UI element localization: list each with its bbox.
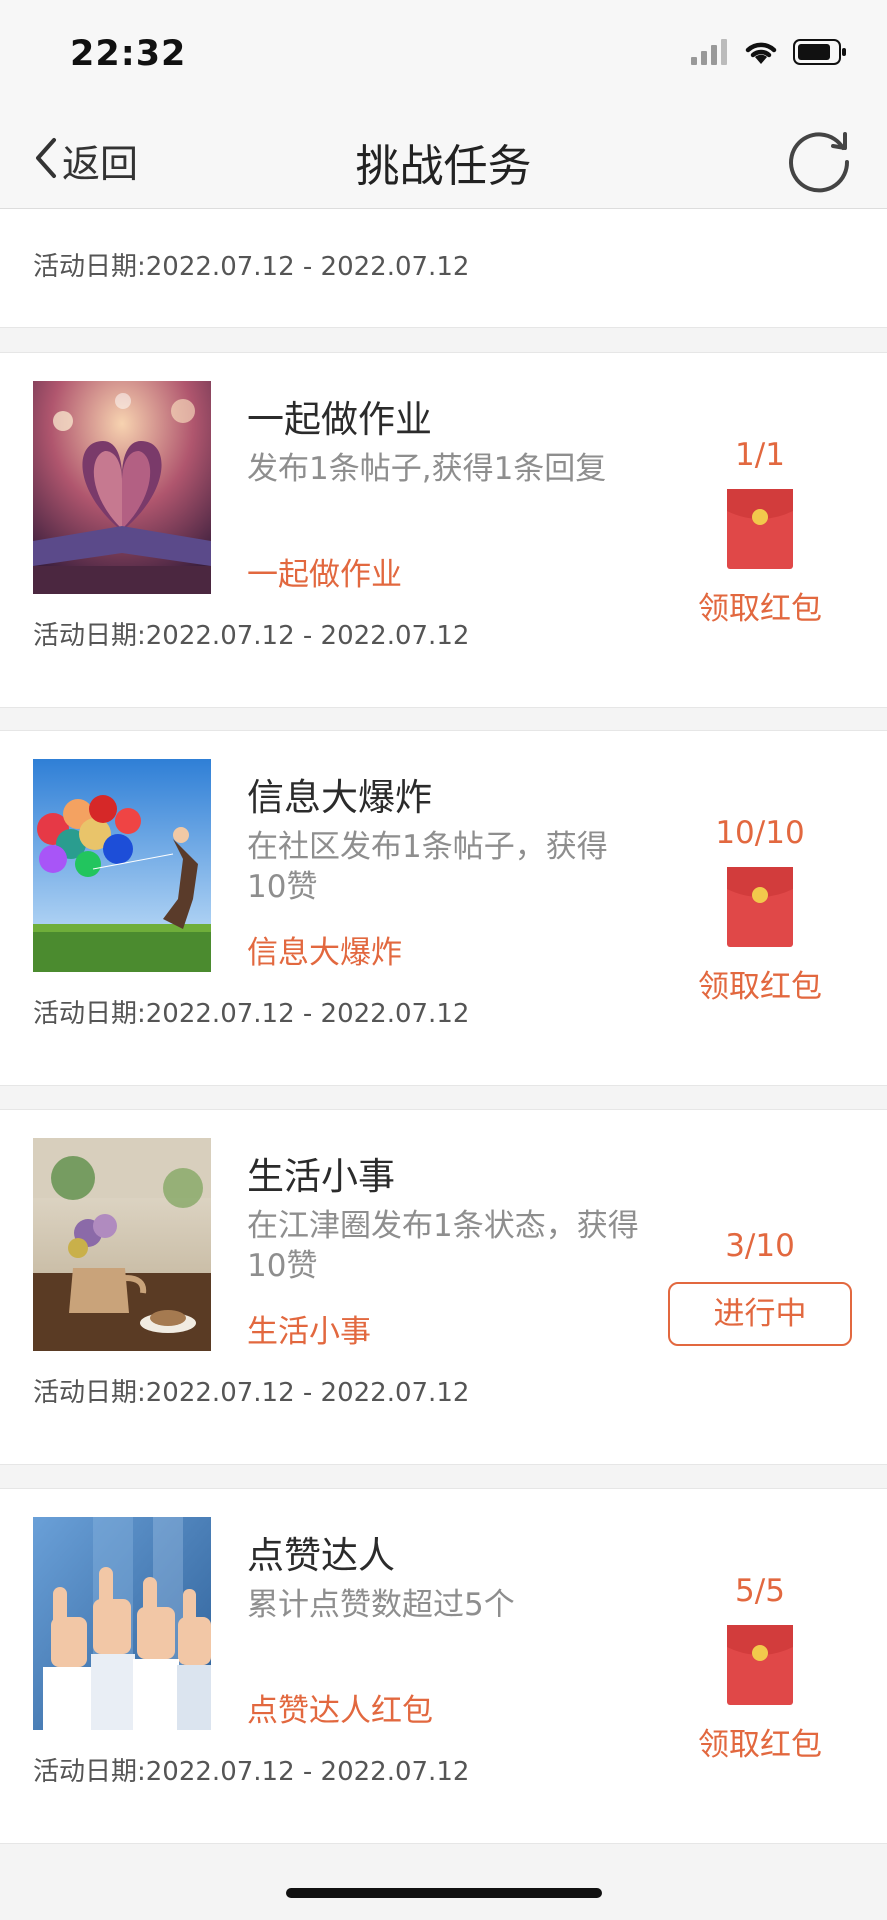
task-progress: 5/5 [735,1573,785,1609]
claim-envelope-button[interactable]: 领取红包 [660,961,860,1006]
task-progress: 1/1 [735,437,785,473]
in-progress-button[interactable]: 进行中 [668,1282,852,1346]
task-reward: 10/10 领取红包 [660,815,860,1006]
task-description: 在江津圈发布1条状态，获得10赞 [247,1208,639,1284]
task-tag: 生活小事 [247,1314,371,1350]
task-title: 生活小事 [247,1155,395,1198]
date-range: 2022.07.12 - 2022.07.12 [145,252,470,282]
status-time: 22:32 [70,34,187,74]
task-date: 活动日期:2022.07.12 - 2022.07.12 [33,993,469,1030]
screen: 22:32 返回 挑战任务 活动日期:2022.07.12 - 2022.07.… [0,0,887,1920]
task-tag: 信息大爆炸 [247,935,402,971]
date-range: 2022.07.12 - 2022.07.12 [145,1757,470,1787]
wifi-icon [743,38,779,70]
claim-envelope-button[interactable]: 领取红包 [660,583,860,628]
task-image-balloons [33,759,211,972]
task-description: 累计点赞数超过5个 [247,1587,515,1623]
date-range: 2022.07.12 - 2022.07.12 [145,999,470,1029]
task-reward: 3/10 进行中 [660,1228,860,1346]
date-label: 活动日期: [33,999,146,1029]
task-progress: 10/10 [715,815,805,851]
task-card[interactable]: 一起做作业 发布1条帖子,获得1条回复 一起做作业 活动日期:2022.07.1… [0,352,887,708]
home-indicator [286,1888,602,1898]
task-title: 一起做作业 [247,398,432,441]
red-envelope-icon[interactable] [727,1625,793,1705]
red-envelope-icon[interactable] [727,489,793,569]
refresh-icon [781,132,857,202]
task-date: 活动日期:2022.07.12 - 2022.07.12 [33,246,469,283]
task-title: 信息大爆炸 [247,776,432,819]
status-bar: 22:32 [0,0,887,110]
task-date: 活动日期:2022.07.12 - 2022.07.12 [33,1372,469,1409]
claim-envelope-button[interactable]: 领取红包 [660,1719,860,1764]
red-envelope-icon[interactable] [727,867,793,947]
task-card[interactable]: 点赞达人 累计点赞数超过5个 点赞达人红包 活动日期:2022.07.12 - … [0,1488,887,1844]
task-date: 活动日期:2022.07.12 - 2022.07.12 [33,615,469,652]
task-card[interactable]: 生活小事 在江津圈发布1条状态，获得10赞 生活小事 活动日期:2022.07.… [0,1109,887,1465]
task-image-heart-book [33,381,211,594]
task-image-thumbs-up [33,1517,211,1730]
nav-bar: 返回 挑战任务 [0,110,887,209]
status-icons [691,38,847,70]
task-description: 发布1条帖子,获得1条回复 [247,451,607,487]
date-label: 活动日期: [33,1757,146,1787]
page-title: 挑战任务 [355,141,532,192]
task-image-teapot [33,1138,211,1351]
date-range: 2022.07.12 - 2022.07.12 [145,1378,470,1408]
task-card[interactable]: 信息大爆炸 在社区发布1条帖子，获得10赞 信息大爆炸 活动日期:2022.07… [0,730,887,1086]
date-label: 活动日期: [33,252,146,282]
battery-icon [793,39,847,69]
task-title: 点赞达人 [247,1534,395,1577]
task-reward: 1/1 领取红包 [660,437,860,628]
date-label: 活动日期: [33,1378,146,1408]
task-reward: 5/5 领取红包 [660,1573,860,1764]
date-range: 2022.07.12 - 2022.07.12 [145,621,470,651]
task-progress: 3/10 [725,1228,795,1264]
date-label: 活动日期: [33,621,146,651]
task-date: 活动日期:2022.07.12 - 2022.07.12 [33,1751,469,1788]
task-description: 在社区发布1条帖子，获得10赞 [247,829,608,905]
task-tag: 点赞达人红包 [247,1693,433,1729]
cellular-signal-icon [691,39,729,69]
task-tag: 一起做作业 [247,557,402,593]
refresh-button[interactable] [781,122,857,198]
